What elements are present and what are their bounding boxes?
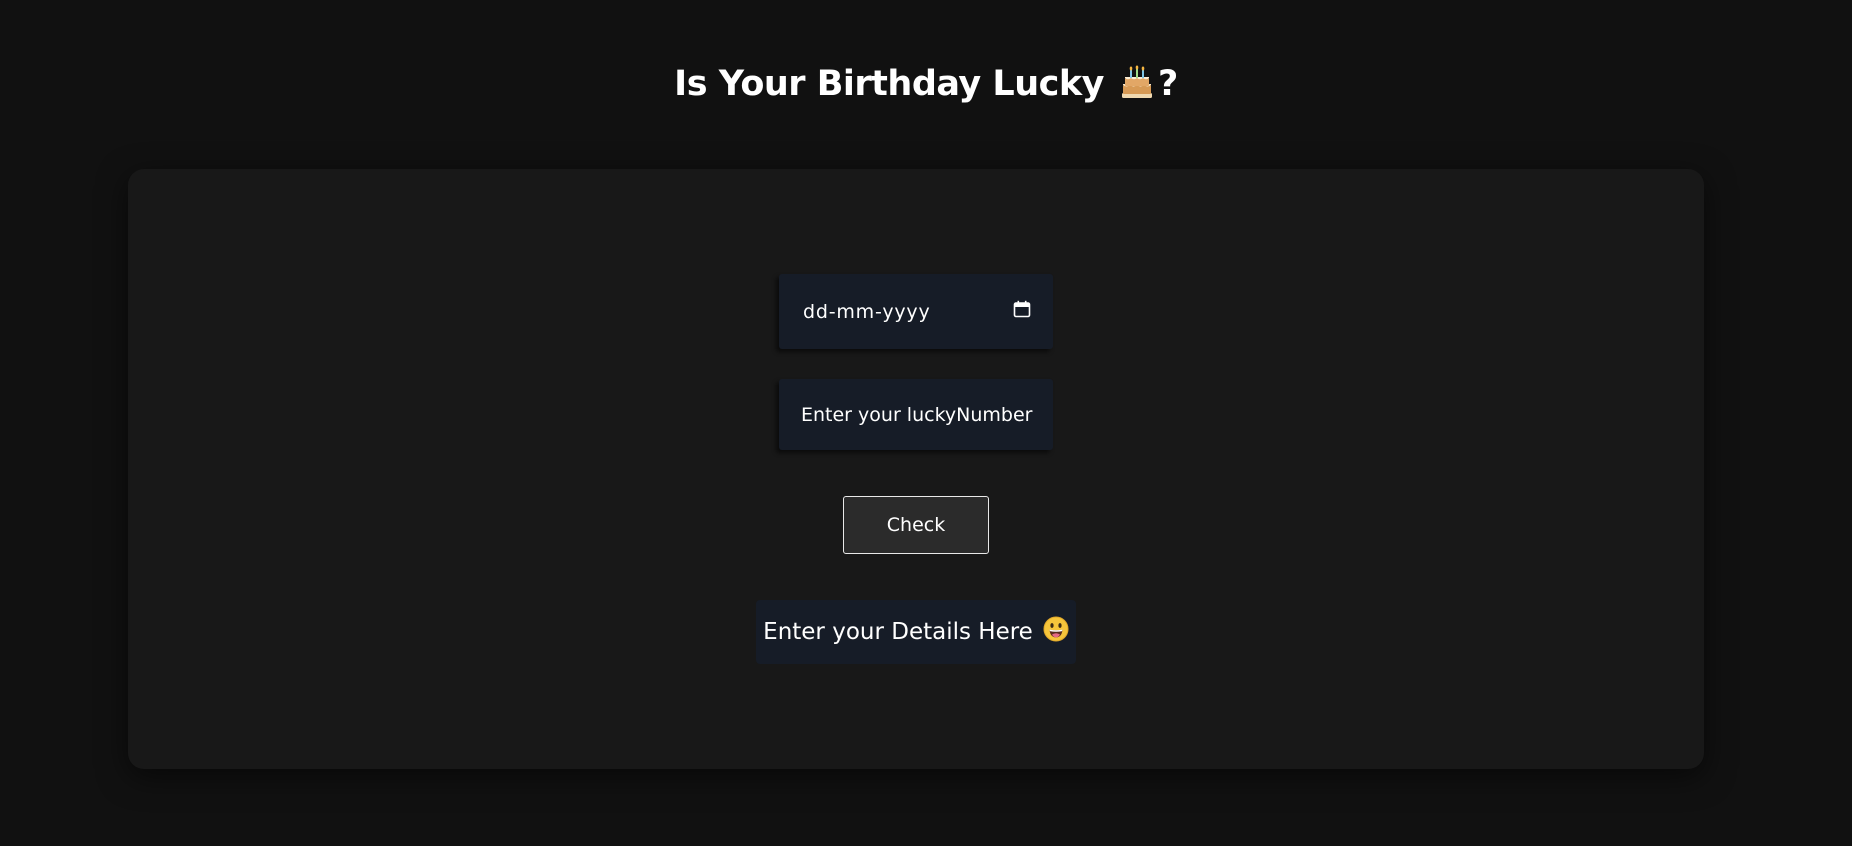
page-title: Is Your Birthday Lucky — [674, 64, 1104, 104]
birthday-cake-icon — [1118, 63, 1156, 110]
birthdate-input[interactable]: dd-mm-yyyy — [779, 274, 1053, 349]
grinning-face-icon — [1043, 616, 1069, 648]
birthdate-placeholder: dd-mm-yyyy — [803, 300, 931, 323]
result-message-box: Enter your Details Here — [756, 600, 1076, 664]
main-card — [128, 169, 1704, 769]
lucky-number-placeholder: Enter your luckyNumber — [801, 403, 1033, 426]
check-button[interactable]: Check — [843, 496, 989, 554]
calendar-icon[interactable] — [1013, 300, 1031, 323]
page-title-suffix: ? — [1158, 64, 1178, 104]
page-title-row: Is Your Birthday Lucky ? — [0, 52, 1852, 116]
result-message: Enter your Details Here — [763, 619, 1033, 645]
lucky-number-input[interactable]: Enter your luckyNumber — [779, 379, 1053, 450]
